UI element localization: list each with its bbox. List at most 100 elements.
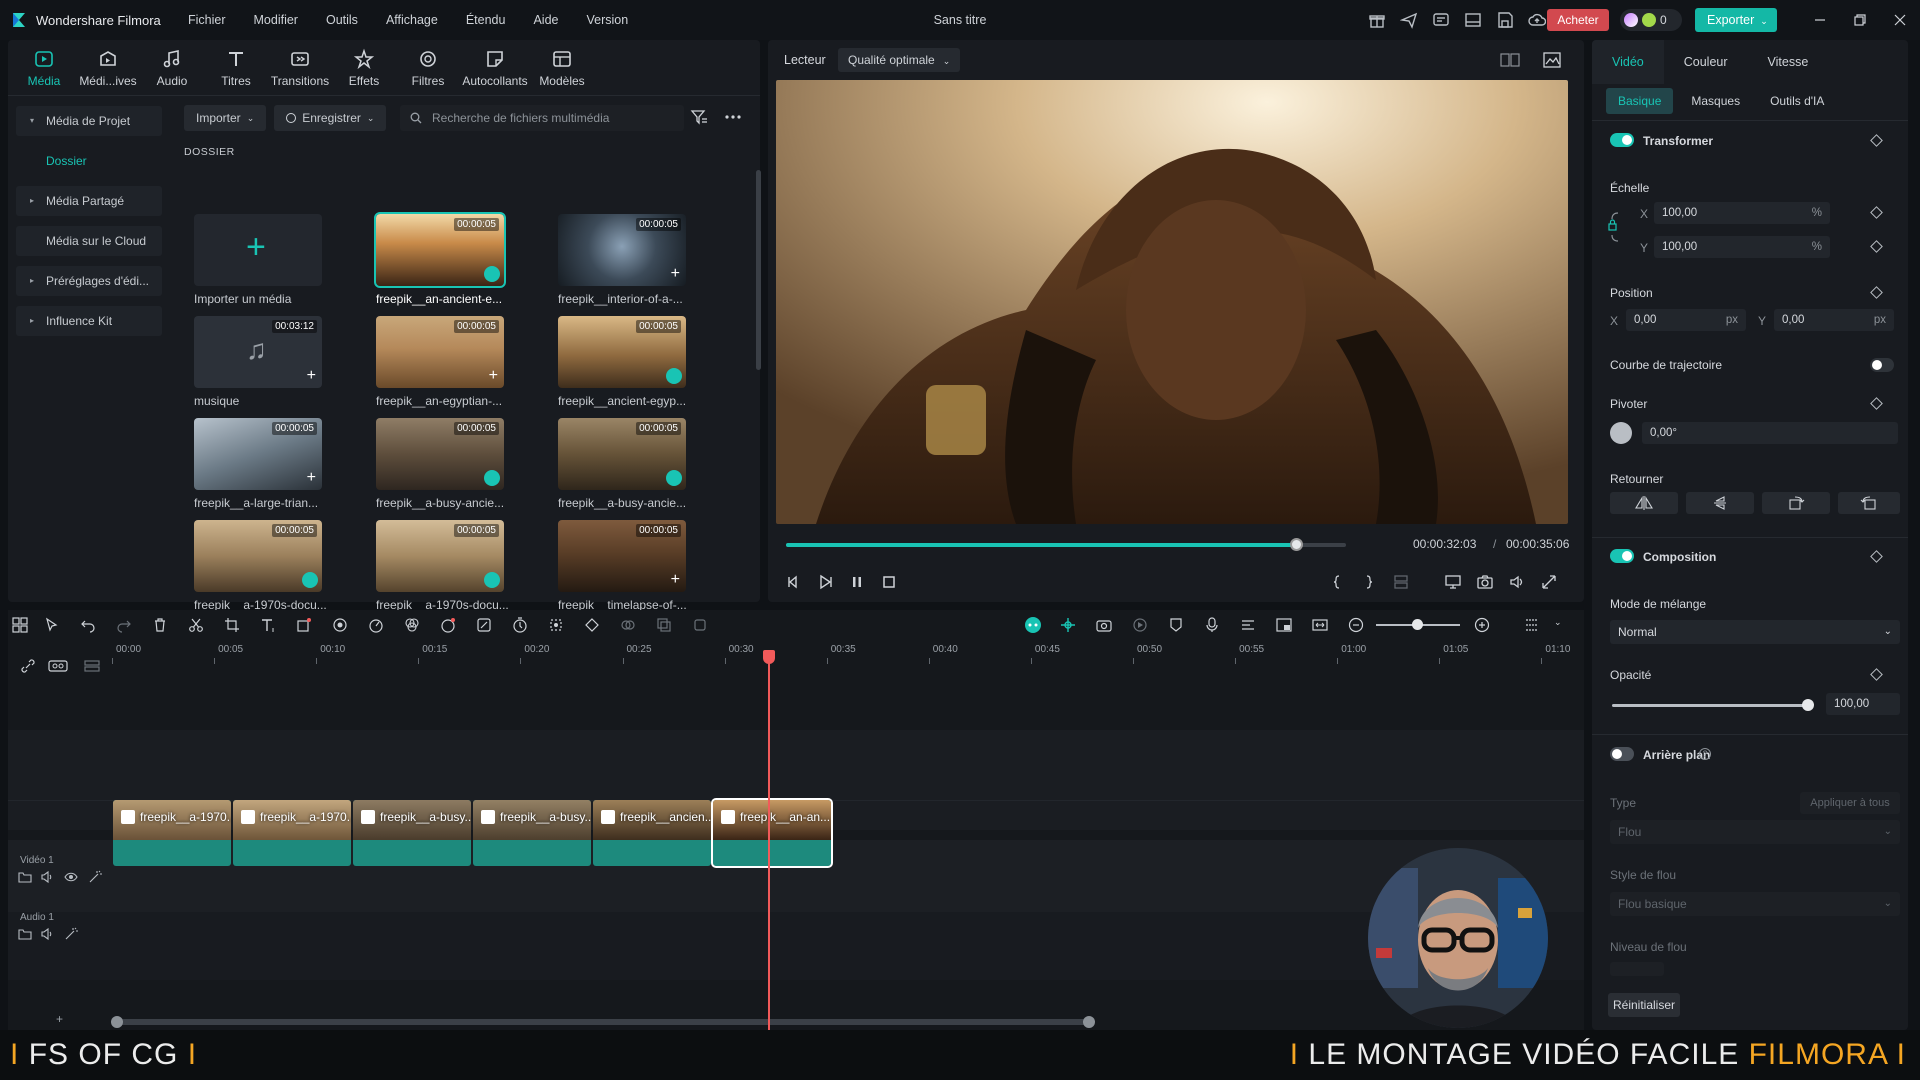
timeline-scrollbar[interactable] xyxy=(112,1019,1092,1025)
sidebar-item-project-media[interactable]: ▾ Média de Projet xyxy=(16,106,162,136)
timer-icon[interactable] xyxy=(512,617,528,633)
close-icon[interactable] xyxy=(1892,12,1908,28)
quality-dropdown[interactable]: Qualité optimale ⌄ xyxy=(838,48,961,72)
keyframe-icon[interactable] xyxy=(1870,286,1883,299)
tab-effects[interactable]: Effets xyxy=(332,40,396,94)
type-select[interactable]: Flou ⌄ xyxy=(1610,820,1900,844)
group-icon[interactable] xyxy=(620,617,636,633)
opacity-slider[interactable] xyxy=(1612,704,1808,707)
import-thumb[interactable]: + xyxy=(194,214,322,286)
mark-in-icon[interactable] xyxy=(1328,573,1346,591)
position-y-input[interactable]: 0,00 px xyxy=(1774,309,1894,331)
minimize-icon[interactable] xyxy=(1812,12,1828,28)
keyframe-tool-icon[interactable] xyxy=(584,617,600,633)
feedback-icon[interactable] xyxy=(1432,11,1450,29)
flip-horizontal-button[interactable] xyxy=(1610,492,1678,514)
pause-icon[interactable] xyxy=(848,573,866,591)
playhead-handle[interactable] xyxy=(763,650,775,664)
sidebar-item-folder[interactable]: Dossier xyxy=(16,146,162,176)
rotate-input[interactable]: 0,00° xyxy=(1642,422,1898,444)
track-manager-icon[interactable] xyxy=(84,658,100,674)
import-dropdown[interactable]: Importer ⌄ xyxy=(184,105,267,131)
opacity-input[interactable]: 100,00 xyxy=(1826,693,1900,715)
flip-vertical-button[interactable] xyxy=(1686,492,1754,514)
record-dropdown[interactable]: Enregistrer ⌄ xyxy=(274,105,387,131)
blur-style-select[interactable]: Flou basique ⌄ xyxy=(1610,892,1900,916)
filter-icon[interactable] xyxy=(690,108,708,126)
credits-badge[interactable]: 0 xyxy=(1620,9,1682,31)
tab-color[interactable]: Couleur xyxy=(1664,40,1748,84)
stabilize-icon[interactable] xyxy=(548,617,564,633)
timeline-clip[interactable]: freepik__a-1970... xyxy=(113,800,231,866)
cloud-upload-icon[interactable] xyxy=(1528,11,1546,29)
tab-speed[interactable]: Vitesse xyxy=(1748,40,1829,84)
tab-media[interactable]: Média xyxy=(12,40,76,94)
menu-modifier[interactable]: Modifier xyxy=(240,13,312,27)
keyframe-icon[interactable] xyxy=(1870,206,1883,219)
grid-view-icon[interactable] xyxy=(1500,52,1520,68)
rotate-dial[interactable] xyxy=(1610,422,1632,444)
media-thumbnail[interactable]: 00:00:05 + xyxy=(194,418,322,490)
marker-icon[interactable] xyxy=(1168,617,1184,633)
mark-out-icon[interactable] xyxy=(1360,573,1378,591)
subtab-basic[interactable]: Basique xyxy=(1606,88,1674,114)
sidebar-item-influence-kit[interactable]: ▸ Influence Kit xyxy=(16,306,162,336)
help-icon[interactable]: ? xyxy=(1699,748,1711,760)
tab-titles[interactable]: Titres xyxy=(204,40,268,94)
transform-toggle[interactable] xyxy=(1610,133,1634,147)
subtab-masks[interactable]: Masques xyxy=(1679,88,1752,114)
timeline-clip[interactable]: freepik__a-busy... xyxy=(353,800,471,866)
zoom-slider-handle[interactable] xyxy=(1412,619,1423,630)
media-search-input[interactable]: Recherche de fichiers multimédia xyxy=(400,105,684,131)
tab-video[interactable]: Vidéo xyxy=(1592,40,1664,84)
menu-version[interactable]: Version xyxy=(573,13,643,27)
timeline-ruler[interactable]: 00:00 00:05 00:10 00:15 00:20 00:25 00:30 00:35… xyxy=(112,644,1584,666)
volume-icon[interactable] xyxy=(1508,573,1526,591)
timeline-clip[interactable]: freepik__ancien... xyxy=(593,800,711,866)
timeline-clip[interactable]: freepik__a-1970... xyxy=(233,800,351,866)
tab-audio[interactable]: Audio xyxy=(140,40,204,94)
scale-x-input[interactable]: 100,00% xyxy=(1654,202,1830,224)
snap-icon[interactable] xyxy=(1060,617,1076,633)
speed-icon[interactable] xyxy=(368,617,384,633)
media-item[interactable]: 00:00:05 freepik__a-busy-ancie... xyxy=(558,418,686,514)
folder-icon[interactable] xyxy=(18,927,32,941)
opacity-slider-handle[interactable] xyxy=(1802,699,1814,711)
media-thumbnail[interactable]: 00:00:05 + xyxy=(558,214,686,286)
display-icon[interactable] xyxy=(1444,573,1462,591)
media-thumbnail[interactable]: 00:00:05 xyxy=(194,520,322,592)
microphone-icon[interactable] xyxy=(1204,617,1220,633)
media-scrollbar[interactable] xyxy=(756,170,761,370)
zoom-out-icon[interactable] xyxy=(1348,617,1364,633)
tab-transitions[interactable]: Transitions xyxy=(268,40,332,94)
keyframe-icon[interactable] xyxy=(1870,397,1883,410)
eye-icon[interactable] xyxy=(64,870,78,884)
chevron-down-icon[interactable]: ⌄ xyxy=(1554,617,1562,628)
edit-tool-icon[interactable] xyxy=(476,617,492,633)
mask-tool-icon[interactable] xyxy=(332,617,348,633)
path-curve-toggle[interactable] xyxy=(1870,358,1894,372)
playhead[interactable] xyxy=(768,655,770,1030)
tab-stock-media[interactable]: Médi...ives xyxy=(76,40,140,94)
media-item[interactable]: 00:00:05 + freepik__interior-of-a-... xyxy=(558,214,686,310)
camera-icon[interactable] xyxy=(1476,573,1494,591)
select-tool-icon[interactable] xyxy=(44,617,60,633)
layout-icon[interactable] xyxy=(1464,11,1482,29)
blend-mode-select[interactable]: Normal ⌄ xyxy=(1610,620,1900,644)
sidebar-item-cloud-media[interactable]: Média sur le Cloud xyxy=(16,226,162,256)
buy-button[interactable]: Acheter xyxy=(1547,9,1609,31)
rotate-left-button[interactable] xyxy=(1838,492,1900,514)
sidebar-item-shared-media[interactable]: ▸ Média Partagé xyxy=(16,186,162,216)
media-item[interactable]: 00:00:05 freepik__a-1970s-docu... xyxy=(376,520,509,616)
video-preview[interactable] xyxy=(776,80,1568,524)
freeze-icon[interactable] xyxy=(692,617,708,633)
blur-level-input[interactable] xyxy=(1610,962,1664,976)
subtab-ai-tools[interactable]: Outils d'IA xyxy=(1758,88,1836,114)
magic-wand-icon[interactable] xyxy=(64,927,78,941)
magic-wand-icon[interactable] xyxy=(88,870,102,884)
previous-frame-icon[interactable] xyxy=(784,573,802,591)
render-icon[interactable] xyxy=(1132,617,1148,633)
auto-highlight-icon[interactable] xyxy=(1096,617,1112,633)
gift-icon[interactable] xyxy=(1368,11,1386,29)
fit-timeline-icon[interactable] xyxy=(1312,617,1328,633)
